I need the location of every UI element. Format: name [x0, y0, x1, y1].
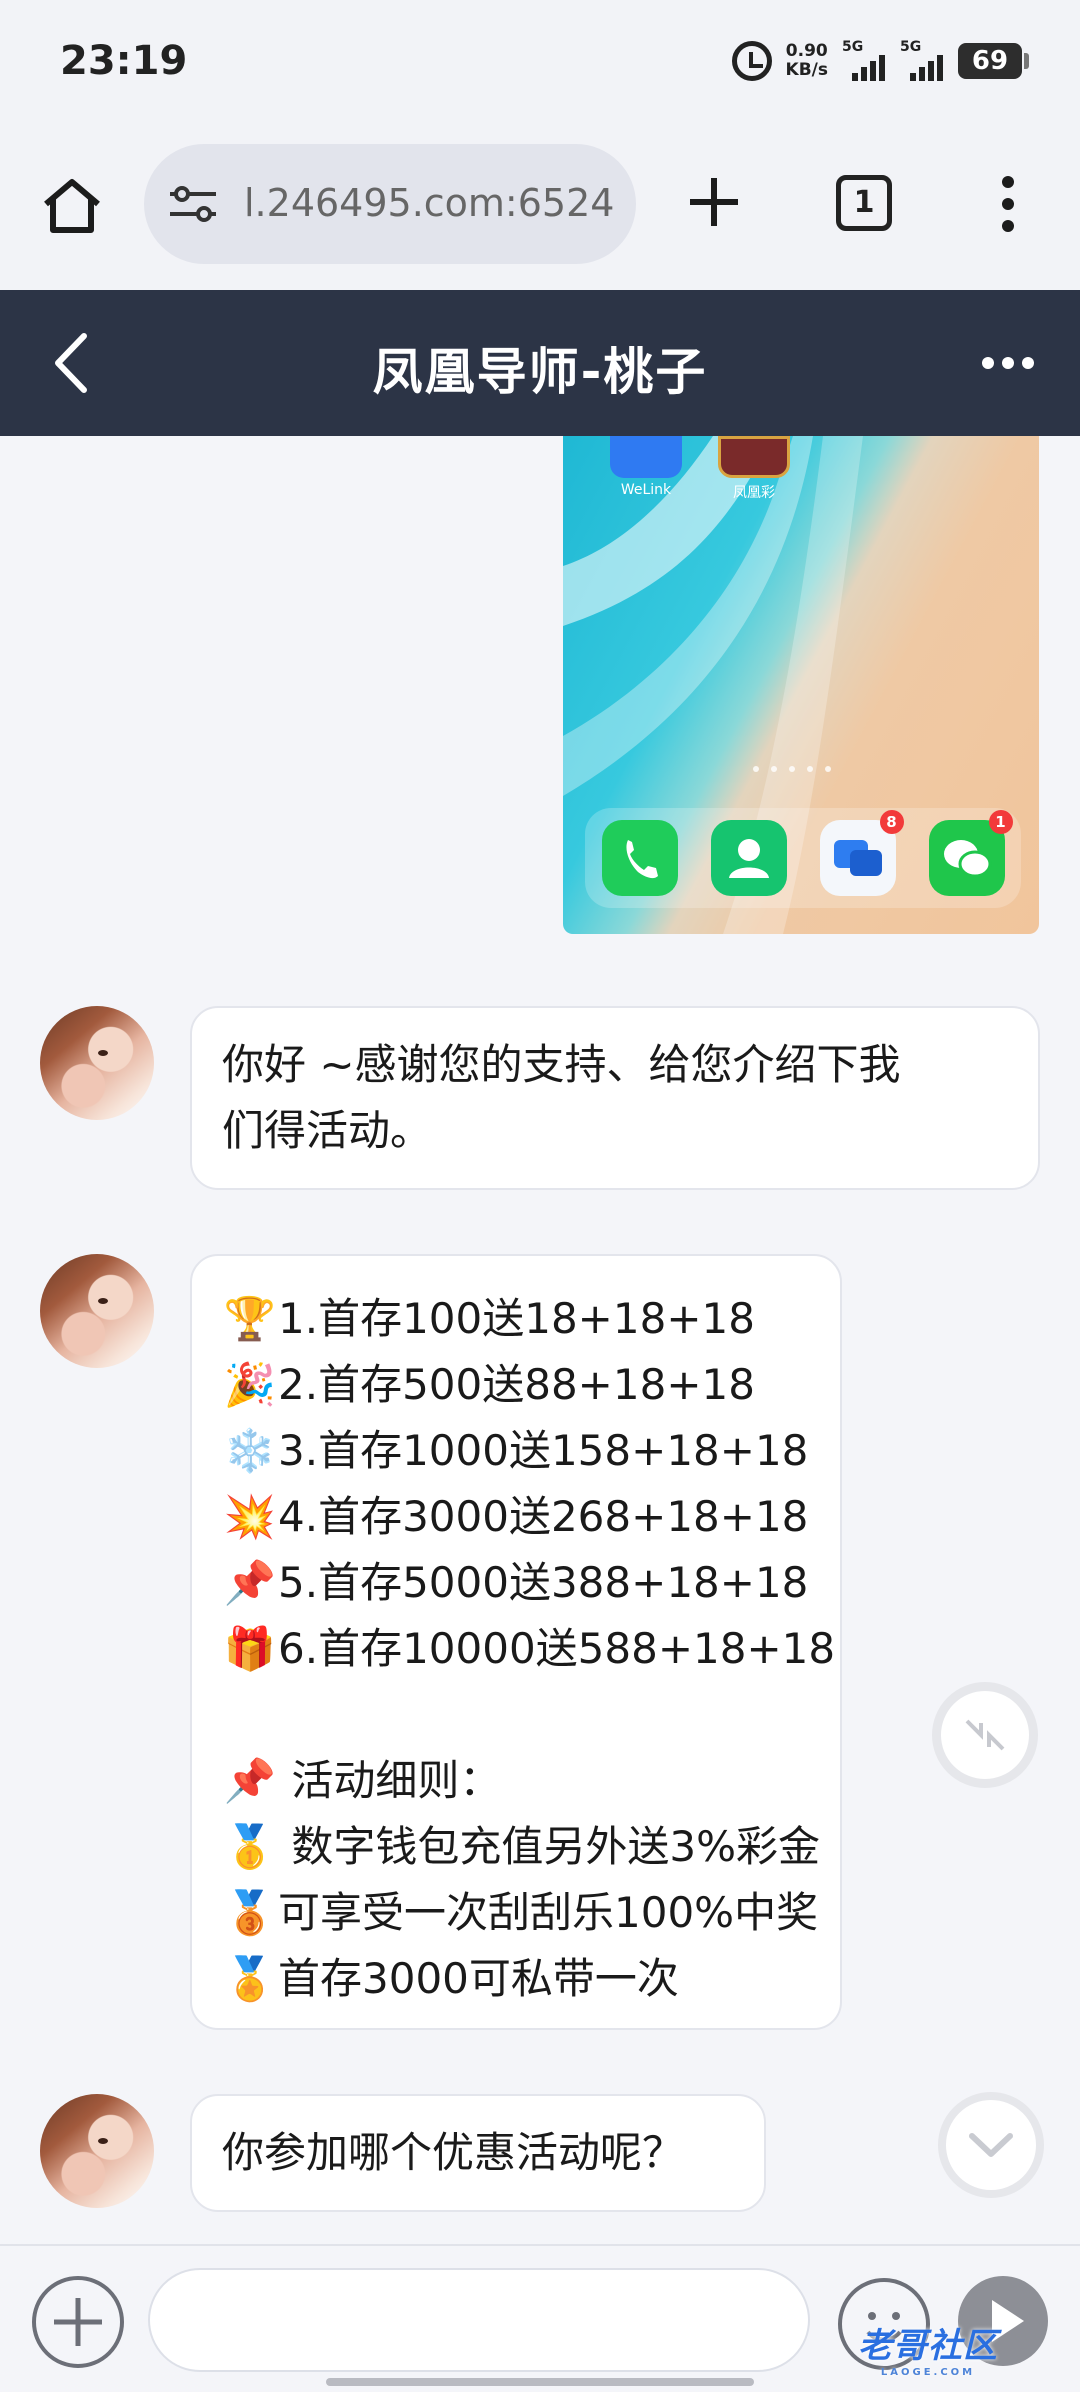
app-fenghuang-label: 凤凰彩	[733, 485, 775, 501]
promo-text: 5.首存5000送388+18+18	[278, 1558, 809, 1607]
rule-line-3: 🏅首存3000可私带一次	[222, 1946, 810, 2012]
pushpin-icon: 📌	[223, 1558, 277, 1607]
pushpin-icon: 📌	[223, 1756, 277, 1805]
url-text[interactable]: l.246495.com:6524	[244, 181, 624, 225]
sim2-label: 5G	[900, 39, 922, 55]
page-dots	[753, 766, 831, 772]
rule-text: 数字钱包充值另外送3%彩金	[278, 1822, 820, 1871]
rules-heading-text: 活动细则：	[278, 1756, 502, 1805]
promo-line-1: 🏆1.首存100送18+18+18	[222, 1286, 810, 1352]
status-bar: 23:19 0.90 KB/s 5G 5G 69	[0, 0, 1080, 128]
network-speed-unit: KB/s	[785, 60, 828, 80]
status-time: 23:19	[60, 38, 188, 84]
home-icon[interactable]	[40, 174, 104, 238]
attach-button[interactable]	[32, 2276, 124, 2368]
app-fenghuang: 凤凰彩	[709, 436, 799, 506]
message-line: 你好 ~感谢您的支持、给您介绍下我	[222, 1040, 901, 1089]
agent-avatar[interactable]	[40, 2094, 154, 2208]
gold-medal-icon: 🥇	[223, 1822, 277, 1871]
contacts-app-icon	[710, 820, 787, 896]
agent-avatar[interactable]	[40, 1254, 154, 1368]
promo-text: 6.首存10000送588+18+18	[278, 1624, 836, 1673]
chat-header: 凤凰导师-桃子	[0, 290, 1080, 436]
promo-line-6: 🎁6.首存10000送588+18+18	[222, 1616, 835, 1682]
trophy-icon: 🏆	[223, 1294, 277, 1343]
collapse-arrows-icon	[965, 1719, 1005, 1751]
browser-toolbar: l.246495.com:6524 1	[0, 128, 1080, 290]
promo-text: 4.首存3000送268+18+18	[278, 1492, 809, 1541]
promo-text: 2.首存500送88+18+18	[278, 1360, 755, 1409]
status-icons: 0.90 KB/s 5G 5G 69	[731, 36, 1029, 86]
phone-app-icon	[601, 820, 678, 896]
messages-app-icon: 8	[819, 810, 904, 896]
snowflake-icon: ❄️	[223, 1426, 277, 1475]
bronze-medal-icon: 🥉	[223, 1888, 277, 1937]
rule-line-1: 🥇 数字钱包充值另外送3%彩金	[222, 1814, 820, 1880]
rule-text: 首存3000可私带一次	[278, 1954, 679, 2003]
sports-medal-icon: 🏅	[223, 1954, 277, 2003]
more-options-icon[interactable]	[980, 352, 1036, 374]
wechat-app-icon: 1	[928, 810, 1013, 896]
alarm-icon	[731, 41, 772, 81]
promo-line-5: 📌5.首存5000送388+18+18	[222, 1550, 810, 1616]
watermark-logo: 老哥社区 LAOGE.COM	[858, 2318, 998, 2378]
watermark-sub: LAOGE.COM	[880, 2367, 976, 2378]
wechat-badge: 1	[988, 810, 1013, 834]
promo-line-2: 🎉2.首存500送88+18+18	[222, 1352, 810, 1418]
scroll-to-bottom-button[interactable]	[938, 2092, 1044, 2198]
watermark-text: 老哥社区	[858, 2326, 998, 2366]
dock: 8 1	[585, 808, 1021, 908]
agent-avatar[interactable]	[40, 1006, 154, 1120]
app-welink: WeLink	[601, 436, 691, 506]
message-line: 你参加哪个优惠活动呢？	[222, 2128, 685, 2177]
collision-icon: 💥	[223, 1492, 277, 1541]
collapse-button[interactable]	[932, 1682, 1038, 1788]
gift-icon: 🎁	[223, 1624, 277, 1673]
rule-line-2: 🥉可享受一次刮刮乐100%中奖	[222, 1880, 818, 1946]
site-settings-icon[interactable]	[168, 184, 218, 224]
promo-text: 3.首存1000送158+18+18	[278, 1426, 809, 1475]
network-speed-value: 0.90	[785, 41, 828, 61]
rule-text: 可享受一次刮刮乐100%中奖	[278, 1888, 819, 1937]
app-welink-label: WeLink	[620, 482, 672, 498]
promo-blank-line	[222, 1682, 810, 1748]
plus-icon	[54, 2298, 102, 2346]
chat-title: 凤凰导师-桃子	[372, 343, 708, 401]
chevron-down-icon	[969, 2133, 1013, 2157]
signal-sim1-icon: 5G	[842, 39, 886, 81]
message-bubble[interactable]: 你参加哪个优惠活动呢？	[190, 2094, 766, 2212]
signal-sim2-icon: 5G	[900, 39, 944, 81]
new-tab-icon[interactable]	[686, 174, 742, 230]
rules-heading: 📌 活动细则：	[222, 1748, 810, 1814]
promo-line-4: 💥4.首存3000送268+18+18	[222, 1484, 810, 1550]
network-speed: 0.90 KB/s	[786, 42, 828, 80]
battery-icon: 69	[958, 43, 1029, 79]
promo-text: 1.首存100送18+18+18	[278, 1294, 755, 1343]
message-line: 们得活动。	[222, 1106, 433, 1155]
image-message[interactable]: WeLink 凤凰彩 8 1	[563, 436, 1039, 934]
overflow-menu-icon[interactable]	[998, 174, 1018, 234]
promo-line-3: ❄️3.首存1000送158+18+18	[222, 1418, 810, 1484]
tab-switcher-button[interactable]: 1	[836, 175, 892, 231]
promotion-message-bubble[interactable]: 🏆1.首存100送18+18+18 🎉2.首存500送88+18+18 ❄️3.…	[190, 1254, 842, 2030]
address-bar[interactable]: l.246495.com:6524	[144, 144, 636, 264]
sim1-label: 5G	[842, 39, 864, 55]
message-bubble[interactable]: 你好 ~感谢您的支持、给您介绍下我 们得活动。	[190, 1006, 1040, 1190]
home-indicator[interactable]	[326, 2378, 754, 2386]
message-input[interactable]	[148, 2268, 810, 2372]
messages-badge: 8	[879, 810, 904, 834]
party-popper-icon: 🎉	[223, 1360, 277, 1409]
